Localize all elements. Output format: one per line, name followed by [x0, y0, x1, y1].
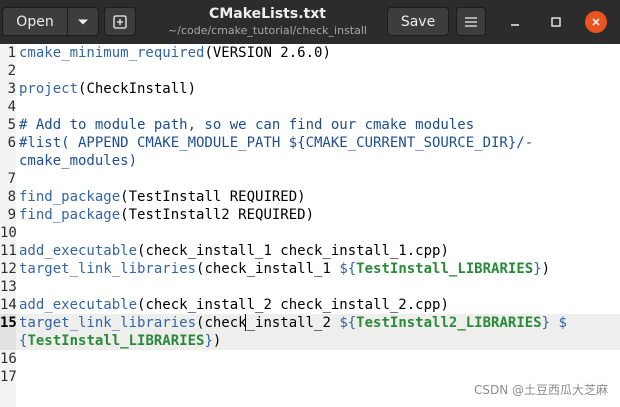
code-token: find_package	[19, 207, 121, 223]
maximize-icon	[551, 17, 561, 27]
code-line[interactable]: 4	[0, 98, 620, 116]
code-token: project	[19, 81, 79, 97]
code-line[interactable]: 9 find_package(TestInstall2 REQUIRED)	[0, 206, 620, 224]
code-token: (check_install_1	[196, 261, 340, 277]
code-line[interactable]: 10	[0, 224, 620, 242]
line-number: 2	[7, 63, 16, 79]
line-number: 4	[7, 99, 16, 115]
hamburger-menu-icon	[465, 16, 477, 27]
code-token: add_executable	[19, 243, 138, 259]
code-line[interactable]: cmake_modules)	[0, 152, 620, 170]
code-token: )	[212, 333, 222, 349]
save-button[interactable]: Save	[387, 7, 449, 36]
code-token: (check_install_1 check_install_1.cpp)	[137, 243, 449, 259]
text-cursor	[245, 314, 246, 331]
line-number: 12	[0, 261, 17, 277]
code-token: (VERSION 2.6.0)	[204, 45, 331, 61]
line-code: target_link_libraries(check_install_2 ${…	[19, 314, 567, 350]
code-token: }	[204, 333, 213, 349]
code-line[interactable]: 1 cmake_minimum_required(VERSION 2.6.0)	[0, 44, 620, 62]
menu-button[interactable]	[456, 7, 486, 36]
line-number: 13	[0, 279, 17, 295]
line-number: 16	[0, 351, 17, 367]
code-token: cmake_minimum_required	[19, 45, 205, 61]
code-token: #list( APPEND CMAKE_MODULE_PATH ${CMAKE_…	[19, 135, 534, 151]
code-token: ${	[339, 315, 357, 331]
code-line[interactable]: 13	[0, 278, 620, 296]
code-token: (TestInstall2 REQUIRED)	[120, 207, 315, 223]
line-number: 7	[7, 171, 16, 187]
code-line[interactable]: 8 find_package(TestInstall REQUIRED)	[0, 188, 620, 206]
code-line[interactable]: 7	[0, 170, 620, 188]
code-line[interactable]: 14 add_executable(check_install_2 check_i…	[0, 296, 620, 314]
open-button-label: Open	[16, 13, 54, 30]
open-menu-button[interactable]	[67, 7, 99, 36]
code-token: find_package	[19, 189, 121, 205]
line-number: 15	[0, 315, 17, 331]
line-number: 17	[0, 369, 17, 385]
line-code: find_package(TestInstall REQUIRED)	[19, 188, 306, 206]
line-code: project(CheckInstall)	[19, 80, 196, 98]
code-token: (check_install_2	[196, 315, 340, 331]
header-bar: Open CMakeLists.txt ~/code/cmake_tutoria…	[0, 0, 620, 44]
close-button[interactable]	[585, 11, 607, 33]
line-code: # Add to module path, so we can find our…	[19, 116, 474, 134]
close-icon	[592, 18, 600, 26]
line-code: cmake_modules)	[19, 152, 137, 170]
code-line[interactable]: 16	[0, 350, 620, 368]
code-line[interactable]: 12 target_link_libraries(check_install_1 …	[0, 260, 620, 278]
window-title-block: CMakeLists.txt ~/code/cmake_tutorial/che…	[150, 4, 385, 38]
line-number: 1	[7, 45, 16, 61]
code-token: } $	[541, 315, 567, 331]
code-token: )	[541, 261, 551, 277]
code-token: (check_install_2 check_install_2.cpp)	[137, 297, 449, 313]
maximize-button[interactable]	[545, 11, 567, 33]
code-token: (TestInstall REQUIRED)	[120, 189, 306, 205]
code-token: ${	[339, 261, 357, 277]
line-number: 8	[7, 189, 16, 205]
text-editor[interactable]: 1 cmake_minimum_required(VERSION 2.6.0) 2 3…	[0, 44, 620, 407]
line-number: 11	[0, 243, 17, 259]
editor-lines: 1 cmake_minimum_required(VERSION 2.6.0) 2 3…	[0, 44, 620, 386]
code-token: # Add to module path, so we can find our…	[19, 117, 475, 133]
code-token: }	[533, 261, 542, 277]
line-code: add_executable(check_install_1 check_ins…	[19, 242, 449, 260]
line-number: 14	[0, 297, 17, 313]
minimize-icon	[511, 24, 519, 26]
line-code: #list( APPEND CMAKE_MODULE_PATH ${CMAKE_…	[19, 134, 533, 152]
code-line[interactable]: 3 project(CheckInstall)	[0, 80, 620, 98]
line-code: add_executable(check_install_2 check_ins…	[19, 296, 449, 314]
code-token: TestInstall2_LIBRARIES	[356, 315, 542, 331]
code-token: target_link_libraries	[19, 315, 197, 331]
code-token: TestInstall_LIBRARIES	[356, 261, 534, 277]
window-subtitle: ~/code/cmake_tutorial/check_install	[168, 24, 367, 37]
minimize-button[interactable]	[504, 11, 526, 33]
line-code: cmake_minimum_required(VERSION 2.6.0)	[19, 44, 331, 62]
code-line[interactable]: 11 add_executable(check_install_1 check_i…	[0, 242, 620, 260]
code-token: TestInstall_LIBRARIES	[27, 333, 205, 349]
code-line[interactable]: 2	[0, 62, 620, 80]
new-tab-button[interactable]	[104, 7, 136, 36]
code-line[interactable]: 6 #list( APPEND CMAKE_MODULE_PATH ${CMAKE…	[0, 134, 620, 152]
line-code: target_link_libraries(check_install_1 ${…	[19, 260, 550, 278]
line-number: 5	[7, 117, 16, 133]
code-token: target_link_libraries	[19, 261, 197, 277]
line-number: 3	[7, 81, 16, 97]
save-button-label: Save	[400, 13, 436, 30]
new-tab-icon	[113, 14, 127, 29]
code-token: add_executable	[19, 297, 138, 313]
window-title: CMakeLists.txt	[209, 6, 326, 22]
watermark: CSDN @土豆西瓜大芝麻	[473, 383, 608, 397]
code-line[interactable]: 15 target_link_libraries(check_install_2 …	[0, 314, 620, 350]
code-token: cmake_modules)	[19, 153, 138, 169]
chevron-down-icon	[78, 19, 88, 24]
line-number: 10	[0, 225, 17, 241]
code-token: (CheckInstall)	[78, 81, 197, 97]
line-code: find_package(TestInstall2 REQUIRED)	[19, 206, 314, 224]
open-button[interactable]: Open	[2, 7, 68, 36]
line-number: 6	[7, 135, 16, 151]
code-line[interactable]: 5 # Add to module path, so we can find ou…	[0, 116, 620, 134]
line-number: 9	[7, 207, 16, 223]
